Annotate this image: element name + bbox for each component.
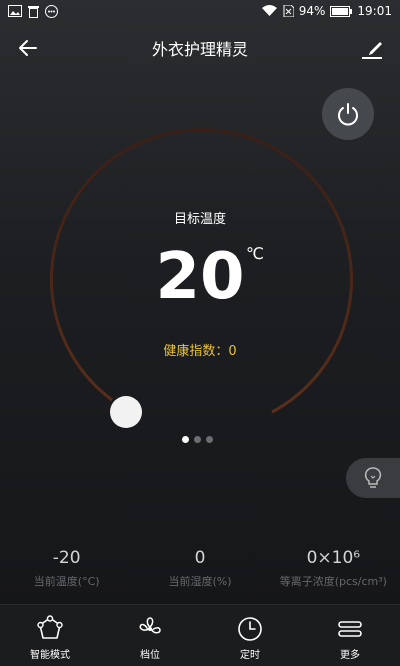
stat-current-temperature: -20 当前温度(°C): [0, 548, 133, 589]
battery-percent: 94%: [298, 4, 326, 18]
edit-button[interactable]: [360, 36, 384, 60]
stat-label: 等离子浓度(pcs/cm³): [279, 575, 387, 588]
stat-label: 当前温度(°C): [33, 575, 100, 588]
power-button[interactable]: [322, 88, 374, 140]
health-index: 健康指数：0: [163, 344, 237, 359]
temperature-unit: ℃: [246, 244, 264, 263]
battery-icon: [330, 5, 353, 17]
wifi-icon: [261, 5, 277, 16]
back-arrow-icon: [19, 40, 37, 56]
status-bar: 94% 19:01: [0, 0, 400, 22]
no-sim-icon: [283, 5, 294, 17]
tab-fan-level[interactable]: 档位: [100, 605, 200, 666]
light-button[interactable]: [346, 458, 400, 498]
more-icon: [338, 621, 362, 637]
bottom-tab-bar: 智能模式 档位 定时 更多: [0, 604, 400, 666]
smart-mode-icon: [37, 615, 63, 639]
tab-more[interactable]: 更多: [300, 605, 400, 666]
back-button[interactable]: [16, 36, 40, 60]
tab-label: 定时: [240, 650, 260, 661]
stat-plasma-concentration: 0×10⁶ 等离子浓度(pcs/cm³): [267, 548, 400, 589]
temperature-slider-knob[interactable]: [110, 396, 142, 428]
status-time: 19:01: [357, 4, 392, 18]
fan-icon: [139, 617, 161, 634]
app-bar: 外衣护理精灵: [0, 26, 400, 70]
stat-label: 当前湿度(%): [168, 575, 232, 588]
tab-label: 更多: [340, 650, 360, 661]
target-temperature-label: 目标温度: [173, 212, 226, 227]
lightbulb-icon: [364, 467, 382, 488]
clock-icon: [238, 617, 262, 641]
target-temperature-value: 20: [155, 240, 245, 314]
more-notification-icon: [45, 4, 58, 18]
image-notification-icon: [8, 5, 22, 17]
page-dot[interactable]: [194, 436, 201, 443]
stat-value: -20: [52, 548, 81, 568]
current-stats: -20 当前温度(°C) 0 当前湿度(%) 0×10⁶ 等离子浓度(pcs/c…: [0, 548, 400, 589]
page-title: 外衣护理精灵: [151, 40, 248, 59]
tab-timer[interactable]: 定时: [200, 605, 300, 666]
stat-value: 0: [194, 548, 206, 568]
page-indicator: [182, 436, 213, 443]
trash-notification-icon: [28, 5, 39, 18]
status-system-area: 94% 19:01: [261, 4, 392, 18]
tab-label: 档位: [140, 650, 160, 661]
tab-smart-mode[interactable]: 智能模式: [0, 605, 100, 666]
page-dot[interactable]: [206, 436, 213, 443]
power-icon: [338, 103, 358, 126]
pencil-icon: [362, 42, 382, 59]
page-dot-active[interactable]: [182, 436, 189, 443]
stat-current-humidity: 0 当前湿度(%): [133, 548, 266, 589]
stat-value: 0×10⁶: [306, 548, 361, 568]
tab-label: 智能模式: [30, 650, 70, 661]
status-notification-icons: [8, 4, 58, 18]
